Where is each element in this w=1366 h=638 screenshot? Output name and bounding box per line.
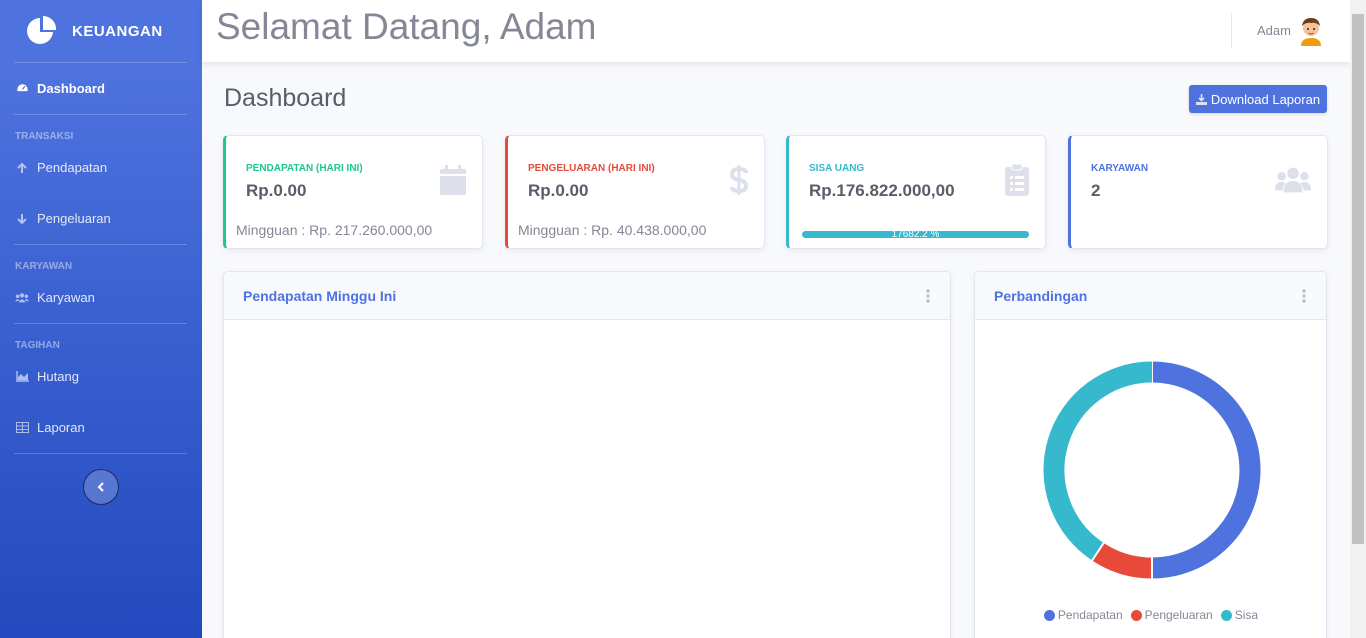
clipboard-icon: [993, 162, 1029, 198]
chevron-left-icon: [97, 482, 104, 492]
sidebar-item-pengeluaran[interactable]: Pengeluaran: [0, 193, 202, 244]
sidebar: KEUANGAN Dashboard TRANSAKSI Pendapatan …: [0, 0, 202, 638]
area-chart-icon: [15, 370, 29, 384]
card-weekly: Mingguan : Rp. 217.260.000,00: [236, 222, 433, 238]
card-label: PENGELUARAN (HARI INI): [528, 163, 655, 174]
legend-label: Pengeluaran: [1144, 608, 1213, 622]
panel-title: Pendapatan Minggu Ini: [243, 288, 397, 304]
more-vertical-icon[interactable]: [1302, 289, 1306, 303]
brand[interactable]: KEUANGAN: [0, 0, 202, 62]
arrow-down-icon: [15, 212, 29, 226]
sidebar-item-dashboard[interactable]: Dashboard: [0, 63, 202, 114]
chart-legend: Pendapatan Pengeluaran Sisa: [975, 608, 1327, 622]
card-weekly: Mingguan : Rp. 40.438.000,00: [518, 222, 707, 238]
card-karyawan: KARYAWAN 2: [1068, 135, 1328, 249]
card-label: KARYAWAN: [1091, 163, 1149, 174]
topbar-divider: [1231, 13, 1232, 48]
sisa-progress-bar: 17682.2 %: [802, 229, 1029, 240]
page-scrollbar[interactable]: [1350, 0, 1366, 638]
table-icon: [15, 421, 29, 435]
more-vertical-icon[interactable]: [926, 289, 930, 303]
sidebar-heading-transaksi: TRANSAKSI: [15, 131, 74, 142]
divider: [14, 453, 187, 454]
legend-item-sisa[interactable]: Sisa: [1220, 608, 1259, 622]
calendar-icon: [430, 162, 466, 198]
card-value: 2: [1091, 181, 1101, 200]
sidebar-item-pendapatan[interactable]: Pendapatan: [0, 142, 202, 193]
page-title: Dashboard: [224, 84, 347, 112]
sidebar-item-label: Laporan: [37, 420, 85, 435]
topbar: Selamat Datang, Adam Adam: [202, 0, 1350, 62]
legend-swatch: [1220, 609, 1232, 621]
user-name[interactable]: Adam: [1257, 23, 1291, 38]
welcome-heading: Selamat Datang, Adam: [216, 6, 597, 47]
download-report-label: Download Laporan: [1210, 91, 1321, 107]
legend-swatch: [1043, 609, 1055, 621]
card-value: Rp.176.822.000,00: [809, 181, 955, 200]
comparison-panel: Perbandingan Pendapatan Pengeluaran Sisa: [974, 271, 1327, 638]
donut-slice-pengeluaran[interactable]: [1092, 542, 1153, 579]
panel-header: Perbandingan: [975, 272, 1326, 320]
users-icon: [15, 291, 29, 305]
sidebar-item-label: Pendapatan: [37, 160, 108, 175]
progress-text: 17682.2 %: [891, 229, 940, 240]
sidebar-item-label: Hutang: [37, 369, 79, 384]
weekly-income-panel: Pendapatan Minggu Ini: [223, 271, 951, 638]
arrow-up-icon: [15, 161, 29, 175]
card-label: SISA UANG: [809, 163, 865, 174]
comparison-donut-chart[interactable]: [975, 320, 1326, 600]
donut-slice-pendapatan[interactable]: [1151, 361, 1261, 579]
donut-slice-sisa[interactable]: [1043, 361, 1153, 561]
scrollbar-thumb[interactable]: [1352, 14, 1364, 544]
legend-label: Pendapatan: [1057, 608, 1123, 622]
card-value: Rp.0.00: [246, 181, 307, 200]
tachometer-icon: [15, 82, 29, 96]
users-icon: [1275, 162, 1311, 198]
panel-header: Pendapatan Minggu Ini: [224, 272, 950, 320]
download-icon: [1195, 93, 1207, 105]
sidebar-heading-tagihan: TAGIHAN: [15, 340, 60, 351]
card-pengeluaran: PENGELUARAN (HARI INI) Rp.0.00 Mingguan …: [505, 135, 765, 249]
card-sisa-uang: SISA UANG Rp.176.822.000,00 17682.2 %: [786, 135, 1046, 249]
legend-label: Sisa: [1234, 608, 1259, 622]
sidebar-item-label: Karyawan: [37, 290, 95, 305]
sidebar-item-laporan[interactable]: Laporan: [0, 402, 202, 453]
sidebar-heading-karyawan: KARYAWAN: [15, 261, 73, 272]
legend-item-pendapatan[interactable]: Pendapatan: [1043, 608, 1123, 622]
legend-item-pengeluaran[interactable]: Pengeluaran: [1130, 608, 1213, 622]
sidebar-item-label: Dashboard: [37, 81, 105, 96]
avatar[interactable]: [1295, 14, 1327, 46]
card-value: Rp.0.00: [528, 181, 589, 200]
brand-name: KEUANGAN: [72, 22, 163, 40]
panel-title: Perbandingan: [994, 288, 1088, 304]
sidebar-item-label: Pengeluaran: [37, 211, 111, 226]
card-pendapatan: PENDAPATAN (HARI INI) Rp.0.00 Mingguan :…: [223, 135, 483, 249]
sidebar-toggle-button[interactable]: [83, 469, 119, 505]
sidebar-item-karyawan[interactable]: Karyawan: [0, 272, 202, 323]
download-report-button[interactable]: Download Laporan: [1189, 85, 1327, 113]
pie-chart-logo-icon: [27, 15, 57, 44]
legend-swatch: [1130, 609, 1142, 621]
card-label: PENDAPATAN (HARI INI): [246, 163, 363, 174]
sidebar-item-hutang[interactable]: Hutang: [0, 351, 202, 402]
dollar-icon: [712, 162, 748, 198]
